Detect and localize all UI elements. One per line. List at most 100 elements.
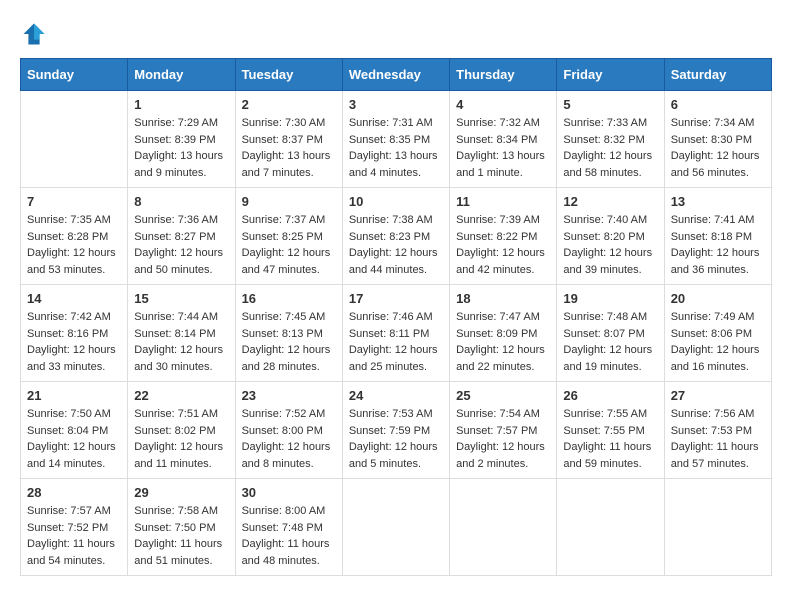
sunrise-text: Sunrise: 7:44 AM bbox=[134, 311, 218, 323]
sunrise-text: Sunrise: 7:31 AM bbox=[349, 117, 433, 129]
daylight-text: Daylight: 12 hours and 30 minutes. bbox=[134, 344, 223, 373]
day-number: 22 bbox=[134, 388, 228, 403]
calendar-cell: 29 Sunrise: 7:58 AM Sunset: 7:50 PM Dayl… bbox=[128, 479, 235, 576]
sunset-text: Sunset: 7:59 PM bbox=[349, 425, 430, 437]
day-info: Sunrise: 7:52 AM Sunset: 8:00 PM Dayligh… bbox=[242, 406, 336, 472]
day-number: 4 bbox=[456, 97, 550, 112]
sunrise-text: Sunrise: 7:38 AM bbox=[349, 214, 433, 226]
sunset-text: Sunset: 8:04 PM bbox=[27, 425, 108, 437]
sunrise-text: Sunrise: 7:53 AM bbox=[349, 408, 433, 420]
daylight-text: Daylight: 12 hours and 8 minutes. bbox=[242, 441, 331, 470]
sunrise-text: Sunrise: 7:41 AM bbox=[671, 214, 755, 226]
day-info: Sunrise: 8:00 AM Sunset: 7:48 PM Dayligh… bbox=[242, 503, 336, 569]
calendar-cell: 1 Sunrise: 7:29 AM Sunset: 8:39 PM Dayli… bbox=[128, 91, 235, 188]
calendar-table: Sunday Monday Tuesday Wednesday Thursday… bbox=[20, 58, 772, 576]
calendar-cell: 26 Sunrise: 7:55 AM Sunset: 7:55 PM Dayl… bbox=[557, 382, 664, 479]
day-info: Sunrise: 7:53 AM Sunset: 7:59 PM Dayligh… bbox=[349, 406, 443, 472]
sunrise-text: Sunrise: 7:36 AM bbox=[134, 214, 218, 226]
sunrise-text: Sunrise: 7:30 AM bbox=[242, 117, 326, 129]
daylight-text: Daylight: 11 hours and 48 minutes. bbox=[242, 538, 330, 567]
calendar-cell: 28 Sunrise: 7:57 AM Sunset: 7:52 PM Dayl… bbox=[21, 479, 128, 576]
day-info: Sunrise: 7:57 AM Sunset: 7:52 PM Dayligh… bbox=[27, 503, 121, 569]
week-row-3: 14 Sunrise: 7:42 AM Sunset: 8:16 PM Dayl… bbox=[21, 285, 772, 382]
sunrise-text: Sunrise: 7:57 AM bbox=[27, 505, 111, 517]
calendar-cell bbox=[557, 479, 664, 576]
day-number: 10 bbox=[349, 194, 443, 209]
sunset-text: Sunset: 8:14 PM bbox=[134, 328, 215, 340]
sunrise-text: Sunrise: 8:00 AM bbox=[242, 505, 326, 517]
day-number: 30 bbox=[242, 485, 336, 500]
day-number: 9 bbox=[242, 194, 336, 209]
daylight-text: Daylight: 12 hours and 58 minutes. bbox=[563, 150, 652, 179]
calendar-cell: 16 Sunrise: 7:45 AM Sunset: 8:13 PM Dayl… bbox=[235, 285, 342, 382]
calendar-cell: 2 Sunrise: 7:30 AM Sunset: 8:37 PM Dayli… bbox=[235, 91, 342, 188]
calendar-cell: 17 Sunrise: 7:46 AM Sunset: 8:11 PM Dayl… bbox=[342, 285, 449, 382]
daylight-text: Daylight: 11 hours and 54 minutes. bbox=[27, 538, 115, 567]
day-number: 28 bbox=[27, 485, 121, 500]
day-info: Sunrise: 7:50 AM Sunset: 8:04 PM Dayligh… bbox=[27, 406, 121, 472]
sunset-text: Sunset: 7:50 PM bbox=[134, 522, 215, 534]
col-tuesday: Tuesday bbox=[235, 59, 342, 91]
day-info: Sunrise: 7:39 AM Sunset: 8:22 PM Dayligh… bbox=[456, 212, 550, 278]
day-number: 7 bbox=[27, 194, 121, 209]
sunrise-text: Sunrise: 7:40 AM bbox=[563, 214, 647, 226]
calendar-cell: 14 Sunrise: 7:42 AM Sunset: 8:16 PM Dayl… bbox=[21, 285, 128, 382]
sunrise-text: Sunrise: 7:29 AM bbox=[134, 117, 218, 129]
sunset-text: Sunset: 8:11 PM bbox=[349, 328, 430, 340]
sunrise-text: Sunrise: 7:37 AM bbox=[242, 214, 326, 226]
sunset-text: Sunset: 8:20 PM bbox=[563, 231, 644, 243]
sunset-text: Sunset: 8:16 PM bbox=[27, 328, 108, 340]
daylight-text: Daylight: 13 hours and 7 minutes. bbox=[242, 150, 331, 179]
day-number: 18 bbox=[456, 291, 550, 306]
sunrise-text: Sunrise: 7:50 AM bbox=[27, 408, 111, 420]
calendar-body: 1 Sunrise: 7:29 AM Sunset: 8:39 PM Dayli… bbox=[21, 91, 772, 576]
sunrise-text: Sunrise: 7:39 AM bbox=[456, 214, 540, 226]
sunrise-text: Sunrise: 7:55 AM bbox=[563, 408, 647, 420]
day-info: Sunrise: 7:31 AM Sunset: 8:35 PM Dayligh… bbox=[349, 115, 443, 181]
sunset-text: Sunset: 7:52 PM bbox=[27, 522, 108, 534]
daylight-text: Daylight: 12 hours and 36 minutes. bbox=[671, 247, 760, 276]
day-info: Sunrise: 7:58 AM Sunset: 7:50 PM Dayligh… bbox=[134, 503, 228, 569]
day-number: 20 bbox=[671, 291, 765, 306]
day-number: 14 bbox=[27, 291, 121, 306]
week-row-2: 7 Sunrise: 7:35 AM Sunset: 8:28 PM Dayli… bbox=[21, 188, 772, 285]
daylight-text: Daylight: 12 hours and 16 minutes. bbox=[671, 344, 760, 373]
calendar-cell: 13 Sunrise: 7:41 AM Sunset: 8:18 PM Dayl… bbox=[664, 188, 771, 285]
week-row-1: 1 Sunrise: 7:29 AM Sunset: 8:39 PM Dayli… bbox=[21, 91, 772, 188]
sunset-text: Sunset: 8:28 PM bbox=[27, 231, 108, 243]
calendar-header: Sunday Monday Tuesday Wednesday Thursday… bbox=[21, 59, 772, 91]
col-sunday: Sunday bbox=[21, 59, 128, 91]
col-saturday: Saturday bbox=[664, 59, 771, 91]
day-info: Sunrise: 7:46 AM Sunset: 8:11 PM Dayligh… bbox=[349, 309, 443, 375]
day-number: 16 bbox=[242, 291, 336, 306]
day-number: 17 bbox=[349, 291, 443, 306]
day-info: Sunrise: 7:48 AM Sunset: 8:07 PM Dayligh… bbox=[563, 309, 657, 375]
day-info: Sunrise: 7:47 AM Sunset: 8:09 PM Dayligh… bbox=[456, 309, 550, 375]
sunset-text: Sunset: 8:06 PM bbox=[671, 328, 752, 340]
daylight-text: Daylight: 12 hours and 33 minutes. bbox=[27, 344, 116, 373]
col-wednesday: Wednesday bbox=[342, 59, 449, 91]
sunrise-text: Sunrise: 7:45 AM bbox=[242, 311, 326, 323]
sunrise-text: Sunrise: 7:33 AM bbox=[563, 117, 647, 129]
col-friday: Friday bbox=[557, 59, 664, 91]
day-info: Sunrise: 7:56 AM Sunset: 7:53 PM Dayligh… bbox=[671, 406, 765, 472]
col-thursday: Thursday bbox=[450, 59, 557, 91]
calendar-cell: 5 Sunrise: 7:33 AM Sunset: 8:32 PM Dayli… bbox=[557, 91, 664, 188]
daylight-text: Daylight: 12 hours and 25 minutes. bbox=[349, 344, 438, 373]
sunset-text: Sunset: 7:53 PM bbox=[671, 425, 752, 437]
calendar-cell: 18 Sunrise: 7:47 AM Sunset: 8:09 PM Dayl… bbox=[450, 285, 557, 382]
sunset-text: Sunset: 7:55 PM bbox=[563, 425, 644, 437]
day-number: 11 bbox=[456, 194, 550, 209]
calendar-cell: 22 Sunrise: 7:51 AM Sunset: 8:02 PM Dayl… bbox=[128, 382, 235, 479]
sunset-text: Sunset: 8:37 PM bbox=[242, 134, 323, 146]
day-info: Sunrise: 7:33 AM Sunset: 8:32 PM Dayligh… bbox=[563, 115, 657, 181]
sunset-text: Sunset: 8:27 PM bbox=[134, 231, 215, 243]
calendar-cell bbox=[342, 479, 449, 576]
daylight-text: Daylight: 12 hours and 56 minutes. bbox=[671, 150, 760, 179]
daylight-text: Daylight: 12 hours and 50 minutes. bbox=[134, 247, 223, 276]
sunset-text: Sunset: 8:34 PM bbox=[456, 134, 537, 146]
calendar-cell: 23 Sunrise: 7:52 AM Sunset: 8:00 PM Dayl… bbox=[235, 382, 342, 479]
calendar-cell: 30 Sunrise: 8:00 AM Sunset: 7:48 PM Dayl… bbox=[235, 479, 342, 576]
calendar-cell: 9 Sunrise: 7:37 AM Sunset: 8:25 PM Dayli… bbox=[235, 188, 342, 285]
day-number: 15 bbox=[134, 291, 228, 306]
